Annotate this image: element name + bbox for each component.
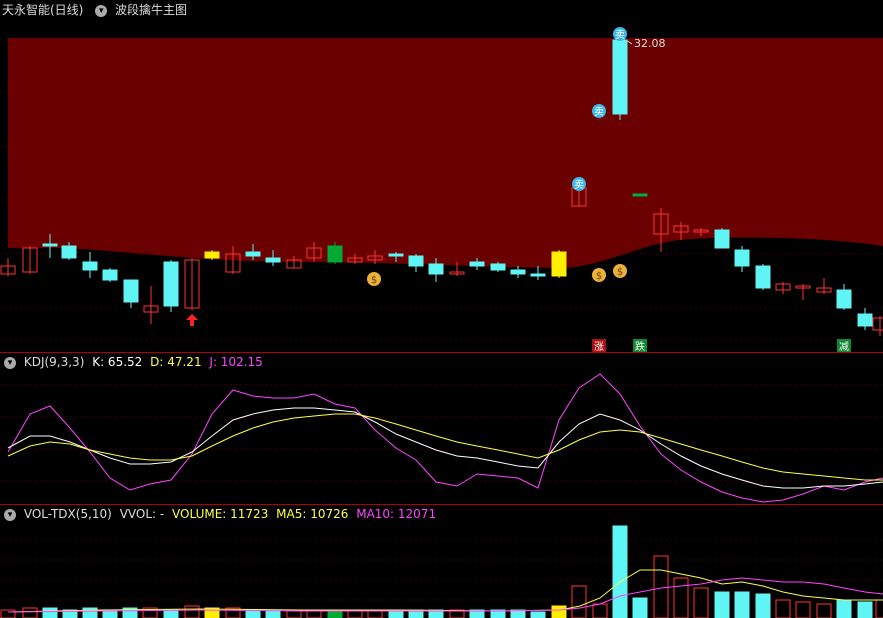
chevron-down-icon[interactable]: ▾ (4, 356, 16, 369)
kdj-name[interactable]: KDJ(9,3,3) (24, 355, 85, 369)
volume-bar (795, 601, 811, 618)
up-arrow-icon (186, 314, 198, 326)
vol-header: ▾ VOL-TDX(5,10) VVOL: - VOLUME: 11723 MA… (0, 504, 883, 524)
chart-canvas: 32.08卖卖卖$ $ $涨跌减 (0, 27, 883, 618)
candle-body (510, 269, 526, 275)
candle-body (61, 245, 77, 259)
candle-body (123, 279, 139, 303)
candle-body (102, 269, 118, 281)
volume-bar (0, 609, 16, 618)
kdj-j-value: J: 102.15 (209, 355, 263, 369)
volume-bar (184, 605, 200, 618)
money-icon-text: $ (617, 267, 623, 278)
candle-body (245, 251, 261, 257)
candle-body (857, 313, 873, 327)
volume-bar (612, 525, 628, 618)
volume-bar (530, 611, 546, 618)
kdj-d-value: D: 47.21 (150, 355, 202, 369)
volume-bar (875, 599, 883, 618)
candle-body (632, 193, 648, 197)
candle-body (734, 249, 750, 267)
candle-body (428, 263, 444, 275)
volume-bar (816, 603, 832, 618)
sell-marker-text: 卖 (615, 29, 625, 41)
candle-body (755, 265, 771, 289)
candle-body (42, 243, 58, 247)
kdj-k-line (7, 407, 883, 489)
volume-bar (734, 591, 750, 618)
candle-body (163, 261, 179, 307)
sell-marker-text: 卖 (574, 179, 584, 191)
volume-bar (42, 607, 58, 618)
volume-bar (592, 603, 608, 618)
candle-body (490, 263, 506, 271)
candle-body (82, 261, 98, 271)
kdj-d-line (7, 413, 883, 481)
volume-value: VOLUME: 11723 (172, 507, 269, 521)
candle-body (836, 289, 852, 309)
sell-marker-text: 卖 (594, 106, 604, 118)
money-icon-text: $ (371, 275, 377, 286)
band-area (8, 38, 883, 268)
vvol-value: VVOL: - (119, 507, 165, 521)
volume-bar (857, 601, 873, 618)
high-price-label: 32.08 (634, 37, 666, 50)
candle-body (872, 317, 883, 331)
volume-bar (714, 591, 730, 618)
volume-bar (632, 597, 648, 618)
vol-ma10-line (7, 577, 883, 613)
candle-body (612, 39, 628, 115)
candle-body (388, 253, 404, 257)
volume-bar (245, 609, 261, 618)
candle-body (714, 229, 730, 249)
volume-bar (22, 607, 38, 618)
ma5-value: MA5: 10726 (276, 507, 349, 521)
volume-bar (551, 605, 567, 618)
ma10-value: MA10: 12071 (356, 507, 437, 521)
kdj-header: ▾ KDJ(9,3,3) K: 65.52 D: 47.21 J: 102.15 (0, 352, 883, 372)
chevron-down-icon[interactable]: ▾ (4, 508, 16, 521)
candle-body (204, 251, 220, 259)
candle-body (265, 257, 281, 263)
candle-body (327, 245, 343, 263)
volume-bar (163, 609, 179, 618)
candle-body (551, 251, 567, 277)
volume-bar (571, 585, 587, 618)
vol-ma5-line (7, 569, 883, 613)
candle-body (469, 261, 485, 267)
vol-name[interactable]: VOL-TDX(5,10) (24, 507, 112, 521)
volume-bar (82, 607, 98, 618)
volume-bar (673, 577, 689, 618)
volume-bar (775, 599, 791, 618)
candle-body (530, 273, 546, 277)
volume-bar (693, 587, 709, 618)
kdj-k-value: K: 65.52 (92, 355, 143, 369)
volume-bar (755, 593, 771, 618)
money-icon-text: $ (596, 271, 602, 282)
volume-bar (836, 599, 852, 618)
volume-bar (653, 555, 669, 618)
candle-body (408, 255, 424, 267)
